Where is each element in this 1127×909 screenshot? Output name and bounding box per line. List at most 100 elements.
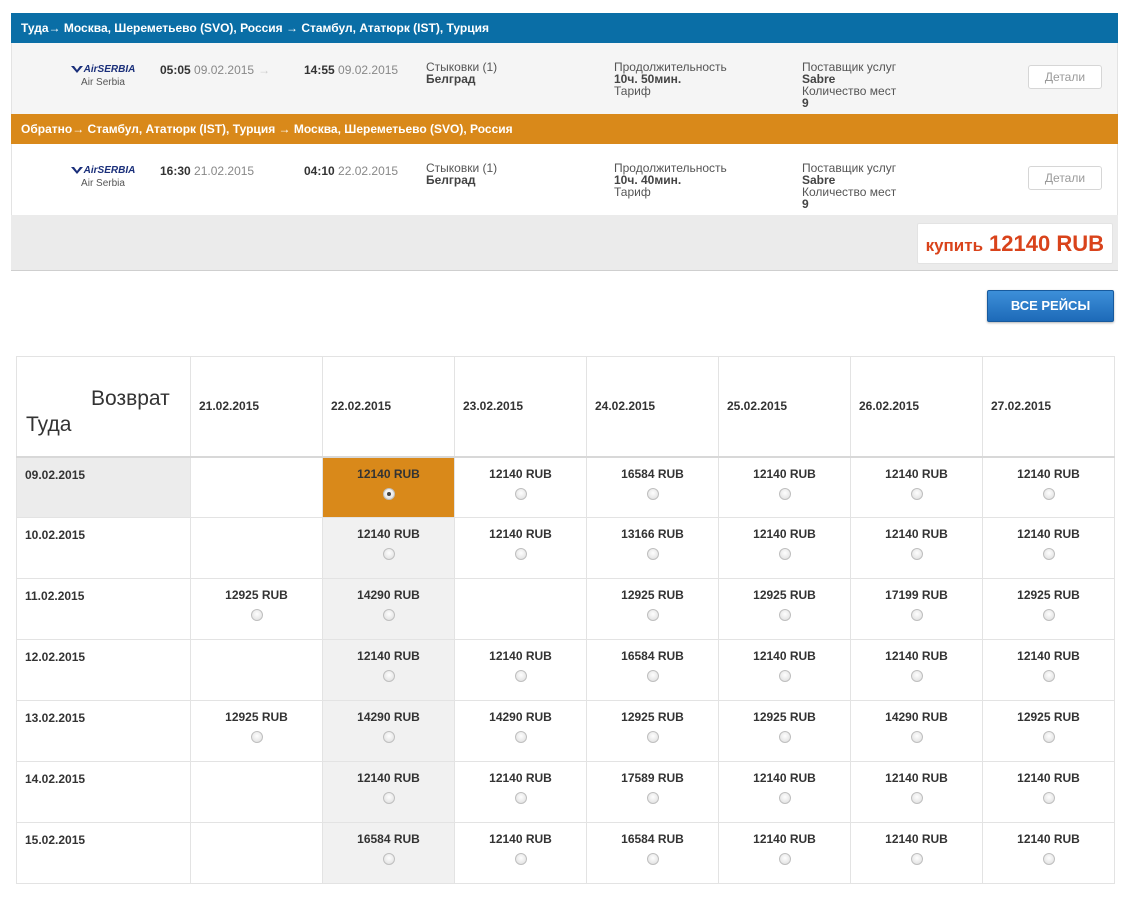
fare-radio[interactable] [778, 853, 791, 865]
fare-radio[interactable] [778, 487, 791, 500]
fare-radio[interactable] [382, 609, 395, 621]
return-details-button[interactable]: Детали [1028, 166, 1102, 190]
provider-info: Поставщик услуг Sabre Количество мест 9 [802, 60, 897, 110]
fare-radio[interactable] [1042, 609, 1055, 621]
fare-radio[interactable] [778, 792, 791, 804]
duration-info: Продолжительность 10ч. 40мин. Тариф [614, 161, 727, 199]
outbound-date-cell: 11.02.2015 [16, 578, 191, 640]
fare-radio[interactable] [250, 731, 263, 743]
price-cell[interactable]: 12925 RUB [982, 700, 1115, 762]
price-cell[interactable]: 12140 RUB [322, 639, 455, 701]
fare-radio[interactable] [778, 609, 791, 621]
price-cell[interactable]: 12140 RUB [322, 517, 455, 579]
price-cell[interactable]: 12140 RUB [850, 639, 983, 701]
price-cell[interactable]: 14290 RUB [850, 700, 983, 762]
price-cell[interactable]: 16584 RUB [586, 639, 719, 701]
fare-radio[interactable] [646, 853, 659, 865]
price-cell[interactable]: 12140 RUB [718, 761, 851, 823]
fare-radio[interactable] [646, 792, 659, 804]
fare-radio[interactable] [382, 487, 395, 500]
price-cell[interactable]: 12140 RUB [322, 456, 455, 518]
price-cell[interactable]: 12140 RUB [850, 822, 983, 884]
price-cell[interactable]: 12140 RUB [454, 822, 587, 884]
price-cell[interactable]: 17199 RUB [850, 578, 983, 640]
fare-radio[interactable] [778, 731, 791, 743]
fare-radio[interactable] [778, 548, 791, 560]
price-cell[interactable]: 12140 RUB [718, 456, 851, 518]
fare-radio[interactable] [382, 853, 395, 865]
price-cell[interactable]: 13166 RUB [586, 517, 719, 579]
price-cell[interactable]: 12140 RUB [718, 822, 851, 884]
price-cell[interactable]: 14290 RUB [322, 700, 455, 762]
return-date-header: 21.02.2015 [190, 356, 323, 458]
fare-radio[interactable] [910, 853, 923, 865]
price-cell[interactable]: 12140 RUB [982, 639, 1115, 701]
fare-radio[interactable] [382, 548, 395, 560]
fare-radio[interactable] [514, 792, 527, 804]
fare-radio[interactable] [514, 853, 527, 865]
fare-radio[interactable] [382, 731, 395, 743]
fare-radio[interactable] [514, 670, 527, 682]
price-cell[interactable]: 12140 RUB [454, 639, 587, 701]
fare-radio[interactable] [910, 731, 923, 743]
fare-radio[interactable] [778, 670, 791, 682]
price-value: 12925 RUB [753, 710, 816, 724]
fare-radio[interactable] [910, 609, 923, 621]
fare-radio[interactable] [250, 609, 263, 621]
price-cell[interactable]: 12140 RUB [718, 639, 851, 701]
fare-radio[interactable] [646, 731, 659, 743]
price-cell[interactable]: 12925 RUB [190, 578, 323, 640]
fare-radio[interactable] [910, 548, 923, 560]
fare-radio[interactable] [382, 792, 395, 804]
price-cell[interactable]: 16584 RUB [586, 456, 719, 518]
price-cell[interactable]: 14290 RUB [322, 578, 455, 640]
fare-radio[interactable] [1042, 853, 1055, 865]
price-cell[interactable]: 12140 RUB [982, 822, 1115, 884]
price-cell[interactable]: 16584 RUB [322, 822, 455, 884]
fare-radio[interactable] [646, 548, 659, 560]
fare-radio[interactable] [514, 548, 527, 560]
fare-radio[interactable] [514, 487, 527, 500]
price-cell[interactable]: 12140 RUB [322, 761, 455, 823]
price-cell[interactable]: 16584 RUB [586, 822, 719, 884]
fare-radio[interactable] [910, 792, 923, 804]
fare-radio[interactable] [1042, 487, 1055, 500]
fare-radio[interactable] [382, 670, 395, 682]
all-flights-button[interactable]: ВСЕ РЕЙСЫ [987, 290, 1114, 322]
price-cell[interactable]: 12925 RUB [586, 700, 719, 762]
fare-radio[interactable] [1042, 731, 1055, 743]
price-cell[interactable]: 12140 RUB [982, 517, 1115, 579]
fare-radio[interactable] [1042, 548, 1055, 560]
fare-radio[interactable] [910, 487, 923, 500]
price-cell[interactable]: 12140 RUB [454, 456, 587, 518]
price-cell[interactable]: 12140 RUB [718, 517, 851, 579]
price-cell[interactable]: 17589 RUB [586, 761, 719, 823]
price-cell[interactable]: 12140 RUB [982, 761, 1115, 823]
price-cell[interactable]: 12925 RUB [982, 578, 1115, 640]
return-date-header: 24.02.2015 [586, 356, 719, 458]
fare-radio[interactable] [910, 670, 923, 682]
fare-radio[interactable] [646, 670, 659, 682]
price-cell[interactable]: 14290 RUB [454, 700, 587, 762]
price-cell[interactable]: 12140 RUB [982, 456, 1115, 518]
departure-time: 05:05 09.02.2015 → [160, 63, 271, 77]
price-cell[interactable]: 12925 RUB [586, 578, 719, 640]
price-cell[interactable]: 12140 RUB [454, 761, 587, 823]
fare-radio[interactable] [1042, 670, 1055, 682]
price-cell[interactable]: 12140 RUB [850, 456, 983, 518]
price-cell[interactable]: 12925 RUB [718, 700, 851, 762]
price-cell[interactable]: 12140 RUB [850, 517, 983, 579]
fare-radio[interactable] [1042, 792, 1055, 804]
fare-radio[interactable] [646, 487, 659, 500]
buy-button[interactable]: купить 12140 RUB [916, 223, 1113, 264]
price-value: 12925 RUB [621, 710, 684, 724]
buy-price: 12140 RUB [989, 231, 1104, 256]
price-cell[interactable]: 12925 RUB [190, 700, 323, 762]
price-cell[interactable]: 12925 RUB [718, 578, 851, 640]
return-date-header: 26.02.2015 [850, 356, 983, 458]
price-cell[interactable]: 12140 RUB [454, 517, 587, 579]
fare-radio[interactable] [514, 731, 527, 743]
fare-radio[interactable] [646, 609, 659, 621]
price-cell[interactable]: 12140 RUB [850, 761, 983, 823]
outbound-details-button[interactable]: Детали [1028, 65, 1102, 89]
